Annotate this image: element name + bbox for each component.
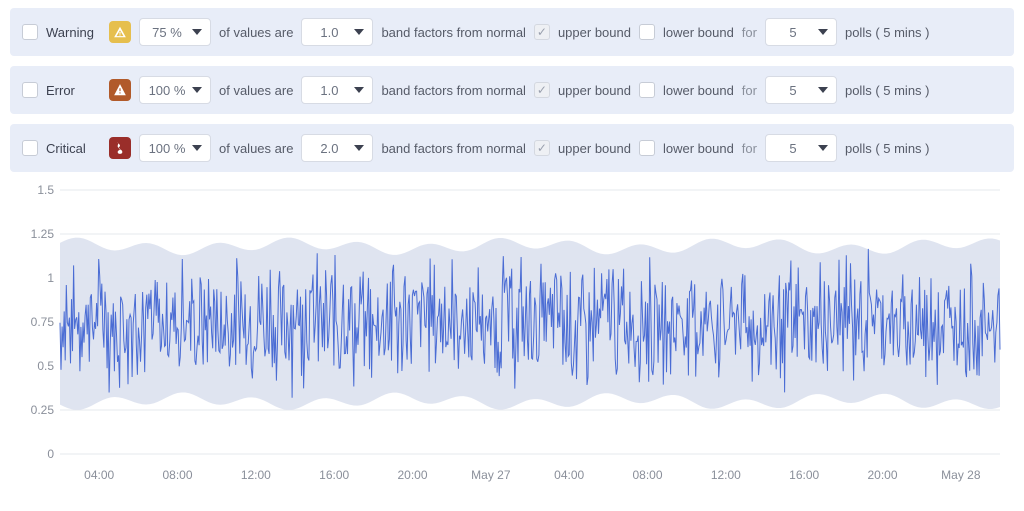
upper-bound-checkbox[interactable]	[534, 24, 550, 40]
upper-bound-label: upper bound	[558, 83, 631, 98]
of-values-label: of values are	[219, 141, 293, 156]
chevron-down-icon	[354, 29, 364, 35]
polls-select[interactable]: 5	[765, 18, 837, 46]
of-values-label: of values are	[219, 25, 293, 40]
for-label: for	[742, 25, 757, 40]
chart-svg	[10, 182, 1010, 482]
critical-icon	[109, 137, 131, 159]
lower-bound-checkbox[interactable]	[639, 140, 655, 156]
of-values-label: of values are	[219, 83, 293, 98]
upper-bound-checkbox[interactable]	[534, 82, 550, 98]
for-label: for	[742, 83, 757, 98]
rule-row-warning: Warning 75 % of values are 1.0 band fact…	[10, 8, 1014, 56]
percent-select[interactable]: 100 %	[139, 76, 211, 104]
rule-row-critical: Critical 100 % of values are 2.0 band fa…	[10, 124, 1014, 172]
level-label: Error	[46, 83, 101, 98]
for-label: for	[742, 141, 757, 156]
warning-icon	[109, 21, 131, 43]
upper-bound-label: upper bound	[558, 141, 631, 156]
lower-bound-label: lower bound	[663, 141, 734, 156]
upper-bound-label: upper bound	[558, 25, 631, 40]
polls-select[interactable]: 5	[765, 76, 837, 104]
timeseries-chart: 00.250.50.7511.251.504:0008:0012:0016:00…	[10, 182, 1010, 482]
polls-suffix: polls ( 5 mins )	[845, 25, 930, 40]
band-factor-select[interactable]: 2.0	[301, 134, 373, 162]
enable-checkbox-error[interactable]	[22, 82, 38, 98]
chevron-down-icon	[818, 29, 828, 35]
band-label: band factors from normal	[381, 83, 526, 98]
chevron-down-icon	[818, 87, 828, 93]
polls-suffix: polls ( 5 mins )	[845, 141, 930, 156]
chevron-down-icon	[192, 87, 202, 93]
polls-select[interactable]: 5	[765, 134, 837, 162]
chevron-down-icon	[818, 145, 828, 151]
polls-suffix: polls ( 5 mins )	[845, 83, 930, 98]
chevron-down-icon	[354, 87, 364, 93]
lower-bound-label: lower bound	[663, 83, 734, 98]
level-label: Warning	[46, 25, 101, 40]
chevron-down-icon	[192, 145, 202, 151]
lower-bound-checkbox[interactable]	[639, 82, 655, 98]
error-icon	[109, 79, 131, 101]
enable-checkbox-critical[interactable]	[22, 140, 38, 156]
rule-row-error: Error 100 % of values are 1.0 band facto…	[10, 66, 1014, 114]
upper-bound-checkbox[interactable]	[534, 140, 550, 156]
percent-select[interactable]: 75 %	[139, 18, 211, 46]
percent-select[interactable]: 100 %	[139, 134, 211, 162]
enable-checkbox-warning[interactable]	[22, 24, 38, 40]
lower-bound-checkbox[interactable]	[639, 24, 655, 40]
band-label: band factors from normal	[381, 25, 526, 40]
chevron-down-icon	[354, 145, 364, 151]
band-factor-select[interactable]: 1.0	[301, 76, 373, 104]
lower-bound-label: lower bound	[663, 25, 734, 40]
band-factor-select[interactable]: 1.0	[301, 18, 373, 46]
band-label: band factors from normal	[381, 141, 526, 156]
chevron-down-icon	[192, 29, 202, 35]
level-label: Critical	[46, 141, 101, 156]
